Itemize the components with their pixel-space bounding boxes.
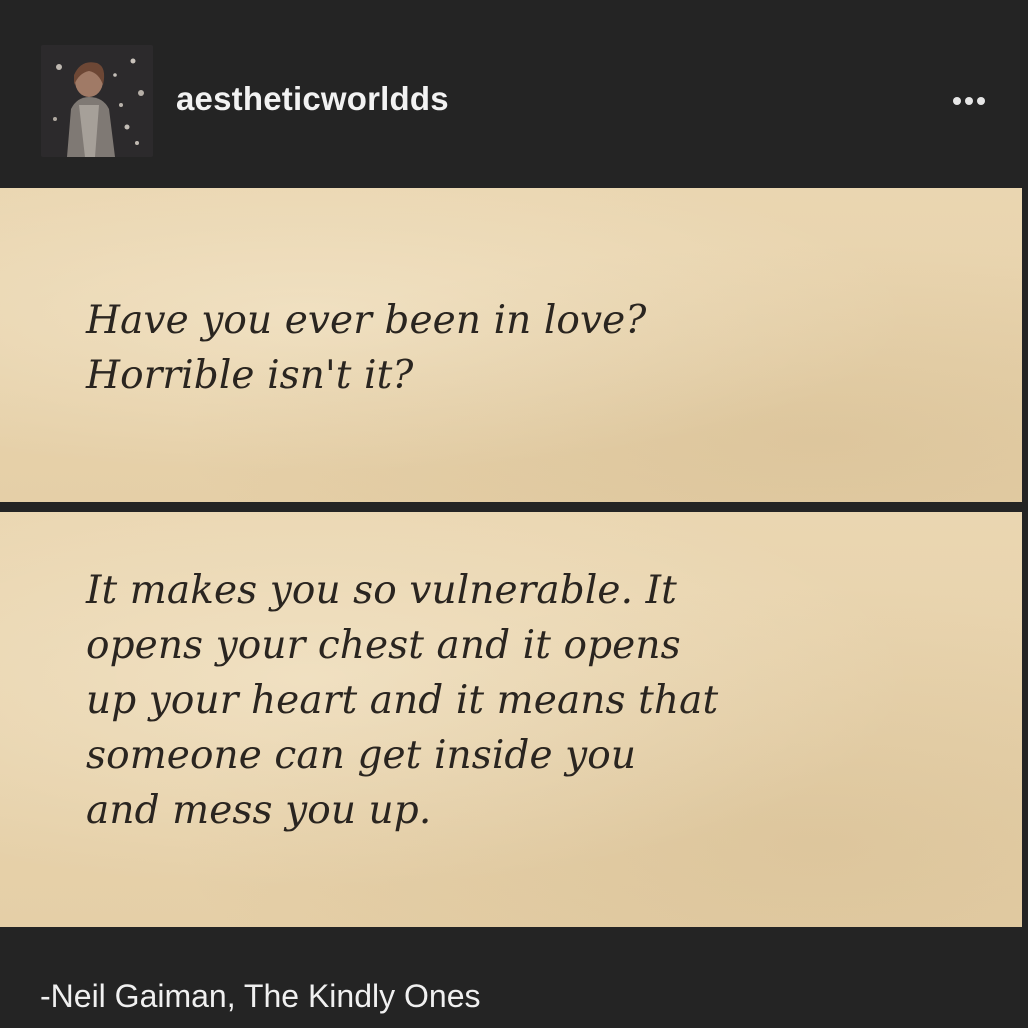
quote-text-part-1: Have you ever been in love? Horrible isn…	[86, 298, 647, 398]
quote-attribution: -Neil Gaiman, The Kindly Ones	[40, 978, 481, 1014]
avatar[interactable]	[41, 45, 153, 157]
quote-text-part-2: It makes you so vulnerable. It opens you…	[86, 568, 719, 833]
quote-image-top: Have you ever been in love? Horrible isn…	[0, 188, 1022, 502]
quote-image-bottom: It makes you so vulnerable. It opens you…	[0, 512, 1022, 927]
more-options-button[interactable]	[944, 84, 994, 118]
post-header: aestheticworldds	[0, 0, 1028, 188]
ellipsis-icon	[953, 97, 985, 105]
profile-photo-icon	[41, 45, 153, 157]
post-container: aestheticworldds Have you ever been in l…	[0, 0, 1028, 1028]
username[interactable]: aestheticworldds	[176, 74, 449, 124]
